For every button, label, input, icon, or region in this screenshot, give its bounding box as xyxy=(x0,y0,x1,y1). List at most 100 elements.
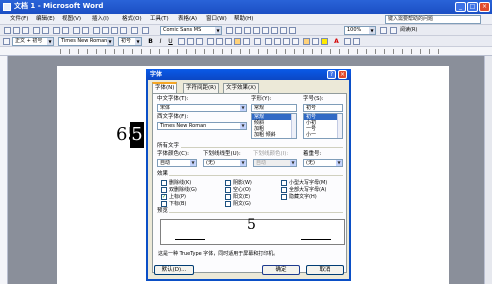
maximize-button[interactable]: □ xyxy=(467,2,478,12)
align-left-icon[interactable] xyxy=(207,38,214,45)
superscript-checkbox[interactable]: ✓ xyxy=(161,194,167,200)
font-size-combo[interactable]: 初号 ▼ xyxy=(118,37,142,46)
double-strikethrough-checkbox[interactable] xyxy=(161,187,167,193)
default-button[interactable]: 默认(D)... xyxy=(154,265,194,275)
outside-border-icon[interactable] xyxy=(312,38,319,45)
help-search-input[interactable]: 键入需要帮助的问题 xyxy=(385,15,481,24)
west-font-select[interactable]: Times New Roman ▼ xyxy=(157,122,247,130)
font-color-button[interactable]: A xyxy=(332,37,341,46)
tables-borders-icon[interactable] xyxy=(235,27,242,34)
decrease-indent-icon[interactable] xyxy=(283,38,290,45)
vertical-scrollbar[interactable] xyxy=(484,56,492,284)
save-icon[interactable] xyxy=(22,27,29,34)
font-style-input[interactable]: 常规 xyxy=(251,104,297,112)
bold-button[interactable]: B xyxy=(146,37,155,46)
style-combo[interactable]: 正文 + 初号 ▼ xyxy=(12,37,54,46)
hidden-checkbox[interactable] xyxy=(281,194,287,200)
numbering-icon[interactable] xyxy=(265,38,272,45)
menu-edit[interactable]: 编辑(E) xyxy=(36,15,55,24)
print-preview-icon[interactable] xyxy=(62,27,69,34)
font-style-list[interactable]: 常规 倾斜 加粗 加粗 倾斜 xyxy=(251,113,297,139)
paste-icon[interactable] xyxy=(111,27,118,34)
dialog-help-button[interactable]: ? xyxy=(327,70,336,79)
open-folder-icon[interactable] xyxy=(13,27,20,34)
character-scale-icon[interactable] xyxy=(196,38,203,45)
strikethrough-checkbox[interactable] xyxy=(161,180,167,186)
font-combo[interactable]: Times New Roman ▼ xyxy=(58,37,114,46)
horizontal-ruler[interactable] xyxy=(0,47,492,56)
font-size-input[interactable]: 初号 xyxy=(303,104,343,112)
superscript-icon[interactable] xyxy=(303,38,310,45)
engrave-checkbox[interactable] xyxy=(225,201,231,207)
menu-help[interactable]: 帮助(H) xyxy=(234,15,253,24)
emphasis-mark-select[interactable]: (无) ▼ xyxy=(303,159,343,167)
emboss-checkbox[interactable] xyxy=(225,194,231,200)
minimize-button[interactable]: _ xyxy=(455,2,466,12)
list-scrollbar[interactable] xyxy=(337,114,342,138)
menu-table[interactable]: 表格(A) xyxy=(178,15,197,24)
font-color-select[interactable]: 自动 ▼ xyxy=(157,159,197,167)
vertical-ruler[interactable] xyxy=(0,56,8,284)
read-icon[interactable] xyxy=(390,27,397,34)
bullets-icon[interactable] xyxy=(274,38,281,45)
document-map-icon[interactable] xyxy=(280,27,287,34)
columns-icon[interactable] xyxy=(262,27,269,34)
insert-excel-icon[interactable] xyxy=(253,27,260,34)
character-shading-icon[interactable] xyxy=(187,38,194,45)
tab-font[interactable]: 字体(N) xyxy=(152,82,178,93)
align-right-icon[interactable] xyxy=(225,38,232,45)
underline-button[interactable]: U xyxy=(166,37,175,46)
menu-format[interactable]: 格式(O) xyxy=(122,15,142,24)
outline-checkbox[interactable] xyxy=(225,187,231,193)
list-scrollbar[interactable] xyxy=(291,114,296,138)
align-center-icon[interactable] xyxy=(216,38,223,45)
hyperlink-icon[interactable] xyxy=(226,27,233,34)
shadow-checkbox[interactable] xyxy=(225,180,231,186)
font-style-option[interactable]: 加粗 倾斜 xyxy=(252,132,296,138)
dialog-close-button[interactable]: × xyxy=(338,70,347,79)
distributed-icon[interactable] xyxy=(243,38,250,45)
menu-window[interactable]: 窗口(W) xyxy=(206,15,227,24)
all-caps-checkbox[interactable] xyxy=(281,187,287,193)
styles-icon[interactable] xyxy=(3,38,10,45)
spelling-icon[interactable] xyxy=(73,27,80,34)
research-icon[interactable] xyxy=(82,27,89,34)
copy-icon[interactable] xyxy=(102,27,109,34)
ok-button[interactable]: 确定 xyxy=(262,265,300,275)
line-spacing-icon[interactable] xyxy=(254,38,261,45)
drawing-icon[interactable] xyxy=(271,27,278,34)
selected-text-highlight[interactable]: 5 xyxy=(130,122,144,148)
increase-indent-icon[interactable] xyxy=(292,38,299,45)
underline-color-select[interactable]: 自动 ▼ xyxy=(253,159,297,167)
read-button-label[interactable]: 阅读(R) xyxy=(400,27,417,34)
enclose-char-icon[interactable] xyxy=(344,38,351,45)
cut-icon[interactable] xyxy=(93,27,100,34)
close-button[interactable]: × xyxy=(479,2,490,12)
print-icon[interactable] xyxy=(53,27,60,34)
underline-style-select[interactable]: (无) ▼ xyxy=(203,159,247,167)
menu-file[interactable]: 文件(F) xyxy=(10,15,28,24)
small-caps-checkbox[interactable] xyxy=(281,180,287,186)
undo-icon[interactable] xyxy=(131,27,138,34)
permission-icon[interactable] xyxy=(33,27,40,34)
format-painter-icon[interactable] xyxy=(120,27,127,34)
italic-button[interactable]: I xyxy=(156,37,165,46)
phonetic-guide-icon[interactable] xyxy=(353,38,360,45)
redo-icon[interactable] xyxy=(142,27,149,34)
tab-character-spacing[interactable]: 字符间距(R) xyxy=(183,83,220,93)
menu-view[interactable]: 视图(V) xyxy=(62,15,81,24)
justify-icon[interactable] xyxy=(234,38,241,45)
font-size-list[interactable]: 初号 小初 一号 小一 xyxy=(303,113,343,139)
tab-text-effects[interactable]: 文字效果(X) xyxy=(223,83,260,93)
zoom-combo[interactable]: 100% ▼ xyxy=(344,26,376,35)
cn-font-select[interactable]: 宋体 ▼ xyxy=(157,104,247,112)
cancel-button[interactable]: 取消 xyxy=(306,265,344,275)
toolbar-font-combo[interactable]: Comic Sans MS ▼ xyxy=(160,26,222,35)
menu-tools[interactable]: 工具(T) xyxy=(150,15,169,24)
character-border-icon[interactable] xyxy=(178,38,185,45)
new-document-icon[interactable] xyxy=(4,27,11,34)
email-icon[interactable] xyxy=(42,27,49,34)
menu-insert[interactable]: 插入(I) xyxy=(92,15,109,24)
show-hide-icon[interactable] xyxy=(289,27,296,34)
subscript-checkbox[interactable] xyxy=(161,201,167,207)
